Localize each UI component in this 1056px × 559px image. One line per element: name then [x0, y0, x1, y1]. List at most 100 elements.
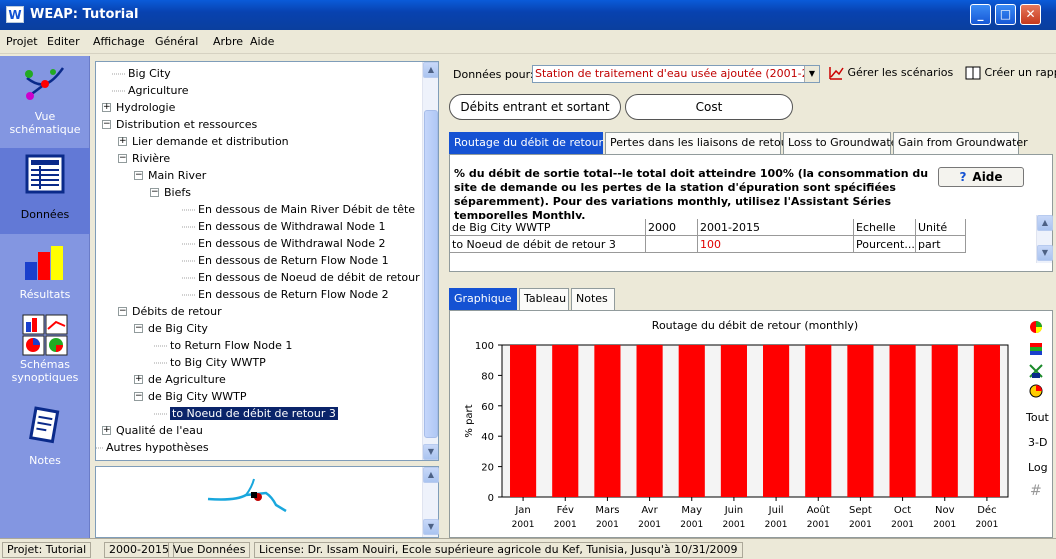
tab-loss-to-groundwater[interactable]: Loss to Groundwater — [783, 132, 902, 154]
scenario-select[interactable]: Station de traitement d'eau usée ajoutée… — [532, 65, 820, 83]
x-tick-label: Août — [807, 504, 830, 516]
close-button[interactable]: ✕ — [1020, 4, 1041, 25]
tree-item[interactable]: En dessous de Main River Débit de tête — [198, 201, 415, 218]
bar — [763, 345, 790, 497]
tree-scrollbar[interactable]: ▲ ▼ — [422, 62, 438, 460]
expand-icon[interactable]: + — [102, 426, 111, 435]
tree-item[interactable]: to Return Flow Node 1 — [170, 337, 292, 354]
tree-item-label: Distribution et ressources — [116, 118, 258, 131]
tree-item-label: Hydrologie — [116, 101, 176, 114]
status-license: License: Dr. Issam Nouiri, Ecole supérie… — [254, 542, 743, 558]
tree-item[interactable]: to Noeud de débit de retour 3 — [170, 405, 338, 422]
tab-notes[interactable]: Notes — [571, 288, 615, 310]
tree-item[interactable]: to Big City WWTP — [170, 354, 266, 371]
tree-item[interactable]: En dessous de Withdrawal Node 2 — [198, 235, 386, 252]
collapse-icon[interactable]: − — [102, 120, 111, 129]
y-axis-label: % part — [464, 404, 475, 437]
show-all-button[interactable]: Tout — [1026, 411, 1049, 424]
tab-gain-from-groundwater[interactable]: Gain from Groundwater — [893, 132, 1028, 154]
tree-item[interactable]: Lier demande et distribution — [132, 133, 289, 150]
chevron-down-icon[interactable]: ▼ — [804, 66, 819, 82]
menu-projet[interactable]: Projet — [6, 35, 38, 48]
scroll-down-icon[interactable]: ▼ — [423, 444, 438, 460]
tab-table[interactable]: Tableau — [519, 288, 569, 310]
table-cell-2000[interactable] — [646, 236, 698, 253]
expand-icon[interactable]: + — [118, 137, 127, 146]
view-notes-button[interactable]: Notes — [0, 404, 90, 490]
table-cell-2001-2015[interactable]: 100 — [698, 236, 854, 253]
tree-item[interactable]: Autres hypothèses — [106, 439, 209, 456]
stack-icon[interactable] — [1028, 363, 1044, 379]
minimap-scroll-down-icon[interactable]: ▼ — [423, 519, 439, 535]
color-scheme-icon[interactable] — [1028, 341, 1044, 357]
help-button[interactable]: ? Aide — [938, 167, 1024, 187]
data-icon — [25, 154, 65, 194]
tree-item[interactable]: Main River — [148, 167, 206, 184]
tab-chart[interactable]: Graphique — [449, 288, 517, 310]
tree-item[interactable]: Rivière — [132, 150, 170, 167]
3d-button[interactable]: 3-D — [1028, 436, 1047, 449]
data-panel: % du débit de sortie total--le total doi… — [449, 154, 1053, 272]
menu-arbre[interactable]: Arbre — [213, 35, 243, 48]
collapse-icon[interactable]: − — [134, 171, 143, 180]
collapse-icon[interactable]: − — [134, 392, 143, 401]
tree-item[interactable]: En dessous de Withdrawal Node 1 — [198, 218, 386, 235]
collapse-icon[interactable]: − — [134, 324, 143, 333]
menu-editer[interactable]: Editer — [47, 35, 80, 48]
log-scale-button[interactable]: Log — [1028, 461, 1048, 474]
tree-item[interactable]: En dessous de Return Flow Node 2 — [198, 286, 389, 303]
schematic-minimap[interactable]: ▲ ▼ — [95, 466, 439, 538]
table-scroll-down-icon[interactable]: ▼ — [1037, 245, 1053, 261]
tree-item[interactable]: Distribution et ressources — [116, 116, 257, 133]
tree-item[interactable]: En dessous de Return Flow Node 1 — [198, 252, 389, 269]
manage-scenarios-button[interactable]: Gérer les scénarios — [828, 65, 953, 81]
chart-type-icon[interactable] — [1028, 319, 1044, 335]
grid-toggle-icon[interactable]: # — [1030, 483, 1042, 499]
table-cell-unit[interactable]: part — [916, 236, 966, 253]
tree-item[interactable]: Débits de retour — [132, 303, 222, 320]
tree-item[interactable]: de Agriculture — [148, 371, 226, 388]
table-cell-scale[interactable]: Pourcent... — [854, 236, 916, 253]
minimize-button[interactable]: _ — [970, 4, 991, 25]
tab-return-link-losses[interactable]: Pertes dans les liaisons de retour — [605, 132, 792, 154]
y-tick-label: 100 — [475, 341, 494, 352]
inflow-outflow-button[interactable]: Débits entrant et sortant — [449, 94, 621, 120]
chart-area: Routage du débit de retour (monthly) 0 20 4… — [449, 310, 1053, 538]
x-tick-label: May — [681, 505, 702, 516]
collapse-icon[interactable]: − — [118, 154, 127, 163]
cost-button[interactable]: Cost — [625, 94, 793, 120]
minimap-scroll-up-icon[interactable]: ▲ — [423, 467, 439, 483]
expand-icon[interactable]: + — [134, 375, 143, 384]
minimap-scrollbar[interactable]: ▲ ▼ — [422, 467, 439, 537]
tree-item-label: En dessous de Return Flow Node 2 — [198, 288, 389, 301]
table-header-2001-2015: 2001-2015 — [698, 219, 854, 236]
scroll-up-icon[interactable]: ▲ — [423, 62, 438, 78]
menu-general[interactable]: Général — [155, 35, 198, 48]
tree-item[interactable]: de Big City WWTP — [148, 388, 247, 405]
expand-icon[interactable]: + — [102, 103, 111, 112]
view-results-button[interactable]: Résultats — [0, 234, 90, 320]
x-tick-label: Juin — [724, 505, 743, 516]
maximize-button[interactable]: □ — [995, 4, 1016, 25]
tab-return-flow-routing[interactable]: Routage du débit de retour — [449, 132, 603, 154]
view-schematic-button[interactable]: Vue schématique — [0, 56, 90, 142]
tree-item[interactable]: Hydrologie — [116, 99, 175, 116]
menu-affichage[interactable]: Affichage — [93, 35, 145, 48]
view-data-button[interactable]: Données — [0, 148, 90, 234]
collapse-icon[interactable]: − — [118, 307, 127, 316]
view-overviews-button[interactable]: Schémas synoptiques — [0, 312, 90, 398]
pie-chart-icon[interactable] — [1028, 383, 1044, 399]
tree-item[interactable]: En dessous de Noeud de débit de retour 3 — [198, 269, 430, 286]
create-report-button[interactable]: Créer un rappo — [965, 65, 1056, 81]
collapse-icon[interactable]: − — [150, 188, 159, 197]
menu-aide[interactable]: Aide — [250, 35, 274, 48]
table-scroll-up-icon[interactable]: ▲ — [1037, 215, 1053, 231]
tree-scroll-thumb[interactable] — [424, 110, 438, 438]
tree-item[interactable]: de Big City — [148, 320, 208, 337]
table-scrollbar[interactable]: ▲ ▼ — [1036, 215, 1053, 263]
tree-item[interactable]: Agriculture — [128, 82, 189, 99]
tree-item[interactable]: Big City — [128, 65, 171, 82]
table-row-branch[interactable]: to Noeud de débit de retour 3 — [450, 236, 646, 253]
tree-item[interactable]: Qualité de l'eau — [116, 422, 203, 439]
tree-item[interactable]: Biefs — [164, 184, 191, 201]
